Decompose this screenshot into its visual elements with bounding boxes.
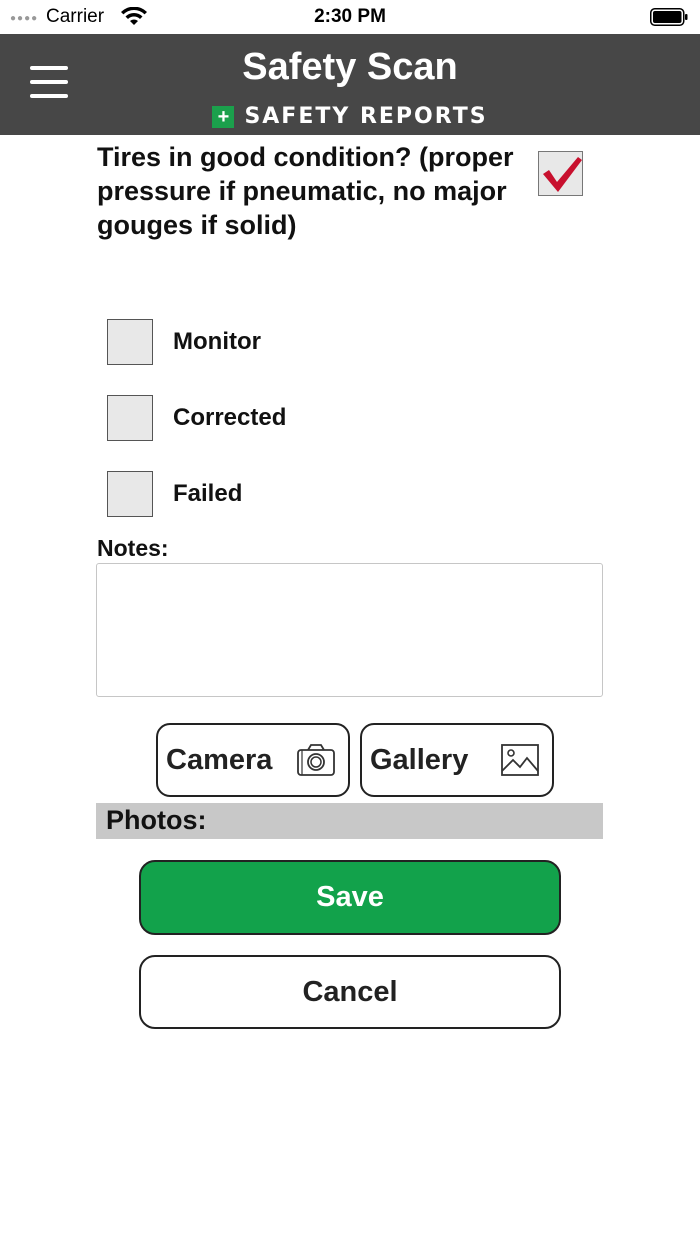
camera-label: Camera — [166, 744, 273, 776]
question-text: Tires in good condition? (proper pressur… — [97, 142, 514, 240]
status-time: 2:30 PM — [314, 6, 386, 27]
monitor-checkbox[interactable] — [107, 319, 153, 365]
cancel-button[interactable]: Cancel — [139, 955, 561, 1029]
checkmark-icon — [543, 157, 582, 192]
question-checkbox[interactable] — [538, 151, 583, 196]
battery-icon — [650, 8, 688, 26]
camera-icon — [297, 744, 335, 776]
monitor-label: Monitor — [173, 328, 261, 355]
brand-logo: + SAFETY REPORTS — [0, 104, 700, 129]
photos-label: Photos: — [106, 805, 207, 835]
notes-field[interactable] — [96, 563, 603, 697]
notes-label: Notes: — [97, 535, 169, 561]
plus-cross-icon: + — [212, 105, 235, 128]
status-bar: ●●●● Carrier 2:30 PM — [0, 0, 700, 34]
camera-button[interactable]: Camera — [156, 723, 350, 797]
page-title: Safety Scan — [242, 46, 458, 88]
brand-name: SAFETY REPORTS — [244, 104, 488, 129]
corrected-label: Corrected — [173, 404, 287, 431]
app-header: Safety Scan + SAFETY REPORTS — [0, 34, 700, 135]
photos-section: Photos: — [96, 803, 603, 839]
gallery-label: Gallery — [370, 744, 469, 776]
save-button[interactable]: Save — [139, 860, 561, 935]
image-gallery-icon — [501, 744, 539, 776]
gallery-button[interactable]: Gallery — [360, 723, 554, 797]
corrected-checkbox[interactable] — [107, 395, 153, 441]
failed-checkbox[interactable] — [107, 471, 153, 517]
failed-label: Failed — [173, 480, 243, 507]
